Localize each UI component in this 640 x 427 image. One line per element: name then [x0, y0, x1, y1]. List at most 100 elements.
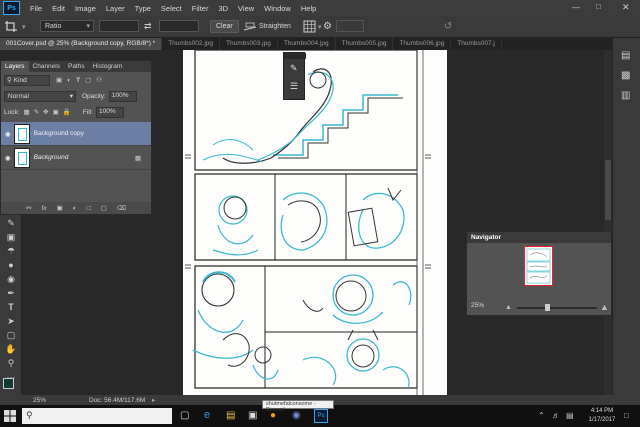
hand-tool-icon[interactable]: ✋: [5, 343, 17, 355]
foreground-color-swatch[interactable]: [3, 378, 14, 389]
tab-thumbs003[interactable]: Thumbs003.jpg: [220, 38, 278, 50]
menu-file[interactable]: File: [30, 4, 42, 13]
vertical-scrollbar[interactable]: [604, 50, 612, 395]
fill-field[interactable]: 100%: [95, 106, 124, 118]
menu-help[interactable]: Help: [301, 4, 316, 13]
gear-icon[interactable]: ⚙: [323, 20, 332, 33]
windows-start-icon[interactable]: [4, 410, 16, 422]
volume-icon[interactable]: ♬: [552, 411, 560, 420]
tab-thumbs007[interactable]: Thumbs007.j: [451, 38, 502, 50]
add-mask-icon[interactable]: ▣: [57, 204, 63, 212]
zoom-slider-handle[interactable]: [545, 304, 550, 311]
status-zoom[interactable]: 25%: [33, 397, 46, 404]
panel-grip[interactable]: [284, 53, 306, 59]
menu-select[interactable]: Select: [161, 4, 182, 13]
close-icon[interactable]: ✕: [622, 2, 630, 13]
lock-image-icon[interactable]: ✎: [34, 108, 39, 116]
path-selection-icon[interactable]: ➤: [5, 315, 17, 327]
lock-all-icon[interactable]: 🔒: [63, 108, 71, 116]
adjustment-layer-icon[interactable]: ◐: [73, 205, 77, 212]
blend-mode-select[interactable]: Normal ▾: [4, 90, 76, 102]
dodge-tool-icon[interactable]: ◉: [5, 273, 17, 285]
menu-view[interactable]: View: [238, 4, 254, 13]
edge-browser-icon[interactable]: e: [204, 409, 210, 421]
store-icon[interactable]: ▣: [248, 410, 257, 421]
eraser-tool-icon[interactable]: ▣: [5, 231, 17, 243]
tab-thumbs004[interactable]: Thumbs004.jpg: [278, 38, 336, 50]
filter-smart-object-icon[interactable]: ⚇: [96, 76, 102, 84]
blur-tool-icon[interactable]: ●: [5, 259, 17, 271]
tab-thumbs002[interactable]: Thumbs002.jpg: [162, 38, 221, 50]
network-icon[interactable]: ▤: [566, 411, 574, 420]
clear-button[interactable]: Clear: [210, 20, 239, 33]
task-view-icon[interactable]: ▢: [180, 410, 189, 421]
navigator-preview[interactable]: [524, 246, 553, 286]
properties-icon[interactable]: ▩: [621, 70, 630, 81]
tab-histogram[interactable]: Histogram: [89, 61, 127, 72]
swap-icon[interactable]: ⇄: [144, 20, 152, 33]
document-canvas[interactable]: [183, 49, 447, 395]
link-layers-icon[interactable]: ⚯: [26, 204, 31, 212]
straighten-icon[interactable]: [243, 20, 257, 33]
file-explorer-icon[interactable]: ▤: [226, 410, 235, 421]
filter-type-icon[interactable]: T: [76, 77, 80, 84]
tab-layers[interactable]: Layers: [1, 61, 29, 72]
zoom-in-icon[interactable]: ▲: [600, 302, 609, 312]
navigator-zoom-value[interactable]: 25%: [471, 302, 484, 309]
menu-filter[interactable]: Filter: [192, 4, 209, 13]
lock-transparent-icon[interactable]: ▦: [24, 108, 30, 116]
layer-name[interactable]: Background: [34, 154, 69, 161]
straighten-label[interactable]: Straighten: [259, 20, 291, 33]
tab-001cover[interactable]: 001Cover.psd @ 25% (Background copy, RGB…: [0, 38, 163, 50]
opacity-field[interactable]: 100%: [108, 90, 137, 102]
rectangle-tool-icon[interactable]: ▢: [5, 329, 17, 341]
tool-preset-chevron-icon[interactable]: ▾: [22, 20, 26, 33]
overlay-chevron-icon[interactable]: ▾: [318, 20, 322, 33]
delete-layer-icon[interactable]: ⌫: [117, 204, 126, 212]
discord-icon[interactable]: ◉: [292, 410, 301, 421]
layer-name[interactable]: Background copy: [34, 130, 84, 137]
layer-row-background-copy[interactable]: ◉ Background copy: [1, 122, 151, 146]
action-center-icon[interactable]: □: [624, 411, 629, 420]
grid-overlay-icon[interactable]: [303, 20, 316, 33]
adjustments-icon[interactable]: ▥: [621, 90, 630, 101]
filter-shape-icon[interactable]: ▢: [85, 76, 91, 84]
brush-tool-icon[interactable]: ✎: [5, 217, 17, 229]
clone-source-icon[interactable]: ☰: [290, 81, 298, 92]
layer-filter-select[interactable]: ⚲ Kind: [4, 74, 50, 86]
lock-position-icon[interactable]: ✥: [43, 108, 48, 116]
taskbar-time[interactable]: 4:14 PM: [586, 408, 618, 414]
delete-cropped-checkbox[interactable]: [336, 20, 364, 32]
new-group-icon[interactable]: □: [87, 205, 91, 212]
filter-adjustment-icon[interactable]: ◐: [67, 77, 71, 84]
zoom-out-icon[interactable]: ▲: [505, 304, 512, 311]
menu-window[interactable]: Window: [264, 4, 291, 13]
tab-thumbs006[interactable]: Thumbs006.jpg: [393, 38, 452, 50]
height-field[interactable]: [159, 20, 199, 32]
visibility-eye-icon[interactable]: ◉: [5, 130, 11, 138]
notification-chevron-icon[interactable]: ⌃: [538, 411, 545, 420]
zoom-slider[interactable]: [517, 304, 597, 311]
menu-image[interactable]: Image: [75, 4, 96, 13]
paint-bucket-icon[interactable]: ☂: [5, 245, 17, 257]
crop-tool-icon[interactable]: [4, 20, 18, 33]
status-menu-chevron-icon[interactable]: ▸: [152, 396, 155, 404]
type-tool-icon[interactable]: T: [5, 301, 17, 313]
menu-3d[interactable]: 3D: [218, 4, 228, 13]
history-icon[interactable]: ▤: [621, 50, 630, 61]
zoom-tool-icon[interactable]: ⚲: [5, 357, 17, 369]
layer-row-background[interactable]: ◉ Background ▩: [1, 146, 151, 170]
taskbar-date[interactable]: 1/17/2017: [586, 417, 618, 423]
ratio-select[interactable]: Ratio ▾: [40, 20, 94, 32]
visibility-eye-icon[interactable]: ◉: [5, 154, 11, 162]
menu-edit[interactable]: Edit: [52, 4, 65, 13]
maximize-icon[interactable]: □: [596, 2, 601, 11]
width-field[interactable]: [99, 20, 139, 32]
menu-layer[interactable]: Layer: [106, 4, 125, 13]
lock-artboard-icon[interactable]: ▣: [53, 108, 59, 116]
tab-thumbs005[interactable]: Thumbs005.jpg: [336, 38, 394, 50]
new-layer-icon[interactable]: ▢: [101, 204, 107, 212]
taskbar-search-box[interactable]: ⚲: [22, 408, 172, 424]
layer-style-icon[interactable]: fx: [42, 205, 47, 212]
tab-paths[interactable]: Paths: [64, 61, 89, 72]
